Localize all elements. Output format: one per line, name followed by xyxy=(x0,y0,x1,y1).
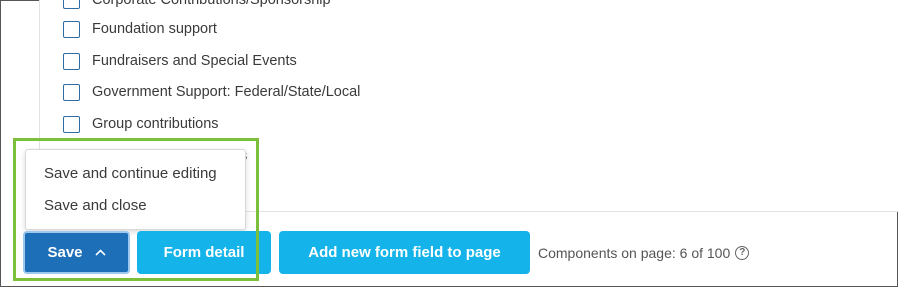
checkbox-row-corporate[interactable]: Corporate Contributions/Sponsorship xyxy=(63,0,331,10)
add-form-field-button[interactable]: Add new form field to page xyxy=(279,231,530,274)
save-dropdown-menu: Save and continue editing Save and close xyxy=(25,149,246,230)
chevron-up-icon xyxy=(94,245,106,259)
checkbox[interactable] xyxy=(63,0,80,9)
save-button-label: Save xyxy=(47,244,83,261)
checkbox-label: Foundation support xyxy=(92,21,217,37)
components-count: Components on page: 6 of 100 ? xyxy=(538,245,750,261)
help-icon[interactable]: ? xyxy=(735,246,750,260)
add-form-field-label: Add new form field to page xyxy=(308,244,501,261)
checkbox[interactable] xyxy=(63,20,80,38)
save-button[interactable]: Save xyxy=(23,231,130,274)
checkbox[interactable] xyxy=(63,83,80,101)
checkbox-label: Government Support: Federal/State/Local xyxy=(92,84,361,100)
checkbox[interactable] xyxy=(63,115,80,133)
components-count-text: Components on page: 6 of 100 xyxy=(538,245,731,261)
checkbox-label: Group contributions xyxy=(92,116,219,132)
form-detail-button[interactable]: Form detail xyxy=(137,231,271,274)
checkbox[interactable] xyxy=(63,52,80,70)
checkbox-row-government[interactable]: Government Support: Federal/State/Local xyxy=(63,82,360,102)
checkbox-row-group[interactable]: Group contributions xyxy=(63,114,219,134)
screenshot-frame: Corporate Contributions/Sponsorship Foun… xyxy=(0,0,898,287)
checkbox-row-foundation[interactable]: Foundation support xyxy=(63,19,217,39)
checkbox-label: Corporate Contributions/Sponsorship xyxy=(92,0,331,8)
form-detail-label: Form detail xyxy=(163,244,245,261)
menu-item-save-continue[interactable]: Save and continue editing xyxy=(44,165,217,182)
menu-item-save-close[interactable]: Save and close xyxy=(44,197,147,214)
checkbox-row-fundraisers[interactable]: Fundraisers and Special Events xyxy=(63,51,297,71)
checkbox-label: Fundraisers and Special Events xyxy=(92,53,297,69)
